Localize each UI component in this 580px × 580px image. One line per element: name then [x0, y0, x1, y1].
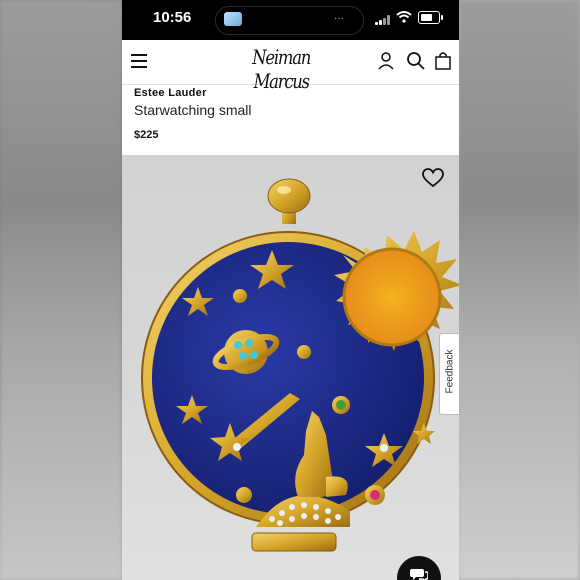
- product-brand[interactable]: Estee Lauder: [134, 87, 444, 99]
- menu-icon[interactable]: [131, 54, 147, 68]
- product-image[interactable]: [122, 155, 459, 580]
- account-icon[interactable]: [375, 50, 397, 72]
- site-header: Neiman Marcus: [122, 40, 459, 93]
- status-bar: 10:56 ···: [122, 0, 459, 40]
- wifi-icon: [396, 11, 412, 23]
- product-name: Starwatching small: [134, 102, 252, 118]
- phone-screen: 10:56 ··· Neiman Marcus Estee Lauder Sta…: [122, 0, 459, 580]
- status-time: 10:56: [153, 9, 192, 26]
- heart-icon[interactable]: [422, 168, 444, 188]
- shopping-bag-icon[interactable]: [432, 50, 454, 72]
- feedback-label: Feedback: [444, 349, 456, 394]
- app-thumbnail-icon: [224, 12, 242, 26]
- search-icon[interactable]: [405, 50, 427, 72]
- background-right: [458, 0, 580, 580]
- center-indicator: ···: [334, 13, 344, 24]
- site-logo[interactable]: Neiman Marcus: [232, 45, 330, 93]
- product-info: Estee Lauder Starwatching small $225: [134, 87, 444, 141]
- feedback-tab[interactable]: Feedback: [439, 333, 459, 415]
- signal-icon: [375, 15, 393, 25]
- product-price: $225: [134, 129, 159, 141]
- background-left: [0, 0, 122, 580]
- dynamic-island[interactable]: ···: [215, 6, 364, 35]
- battery-icon: [418, 11, 443, 24]
- chat-icon: [410, 569, 428, 580]
- compact-illustration: [141, 178, 459, 552]
